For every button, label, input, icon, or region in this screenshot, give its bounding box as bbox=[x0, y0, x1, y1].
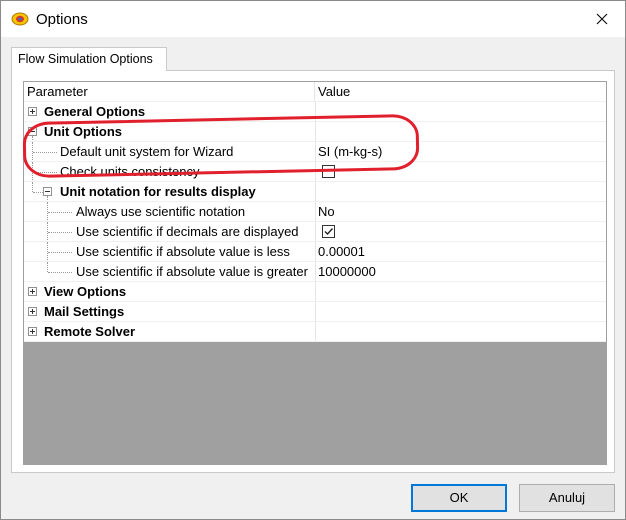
grid-header: Parameter Value bbox=[24, 82, 606, 102]
tree-row-check-units-consistency[interactable]: Check units consistency bbox=[24, 162, 606, 182]
row-label: Mail Settings bbox=[44, 304, 125, 319]
tree-row-scientific-greater[interactable]: Use scientific if absolute value is grea… bbox=[24, 262, 606, 282]
collapse-icon[interactable] bbox=[43, 187, 52, 196]
tab-page: Parameter Value General Options Unit Opt… bbox=[11, 70, 615, 473]
collapse-icon[interactable] bbox=[28, 127, 37, 136]
row-value bbox=[318, 102, 604, 121]
unit-system-value[interactable]: SI (m-kg-s) bbox=[318, 142, 604, 161]
options-dialog: Options Flow Simulation Options Paramete… bbox=[0, 0, 626, 520]
tree-row-mail-settings[interactable]: Mail Settings bbox=[24, 302, 606, 322]
ok-button[interactable]: OK bbox=[411, 484, 507, 512]
scientific-less-value[interactable]: 0.00001 bbox=[318, 242, 604, 261]
tree-line bbox=[47, 196, 48, 201]
tree-line bbox=[47, 262, 48, 272]
row-value bbox=[318, 282, 604, 301]
app-icon bbox=[11, 11, 29, 27]
tree-row-scientific-decimals[interactable]: Use scientific if decimals are displayed bbox=[24, 222, 606, 242]
row-label: Unit Options bbox=[44, 124, 122, 139]
property-grid: Parameter Value General Options Unit Opt… bbox=[23, 81, 607, 465]
tree-line bbox=[32, 182, 33, 192]
row-value bbox=[318, 302, 604, 321]
row-label: Unit notation for results display bbox=[60, 184, 256, 199]
row-value bbox=[318, 182, 604, 201]
close-button[interactable] bbox=[579, 1, 625, 37]
tree-line bbox=[33, 152, 57, 153]
expand-icon[interactable] bbox=[28, 107, 37, 116]
row-value bbox=[318, 322, 604, 341]
tree-row-always-scientific[interactable]: Always use scientific notation No bbox=[24, 202, 606, 222]
close-icon bbox=[596, 13, 608, 25]
tab-flow-simulation-options[interactable]: Flow Simulation Options bbox=[11, 47, 167, 71]
row-label: Use scientific if decimals are displayed bbox=[76, 224, 299, 239]
row-label: Check units consistency bbox=[60, 164, 200, 179]
cancel-button[interactable]: Anuluj bbox=[519, 484, 615, 512]
row-label: General Options bbox=[44, 104, 146, 119]
row-label: View Options bbox=[44, 284, 127, 299]
tree-line bbox=[48, 252, 72, 253]
expand-icon[interactable] bbox=[28, 327, 37, 336]
tree-line bbox=[48, 212, 72, 213]
row-label: Use scientific if absolute value is grea… bbox=[76, 264, 308, 279]
tree-line bbox=[32, 136, 33, 141]
checkmark-icon bbox=[324, 228, 334, 236]
row-label: Remote Solver bbox=[44, 324, 136, 339]
tree-row-view-options[interactable]: View Options bbox=[24, 282, 606, 302]
row-value bbox=[318, 122, 604, 141]
column-header-value[interactable]: Value bbox=[318, 82, 604, 101]
window-title: Options bbox=[36, 11, 88, 28]
tree-line bbox=[48, 272, 72, 273]
tree-row-default-unit-system[interactable]: Default unit system for Wizard SI (m-kg-… bbox=[24, 142, 606, 162]
expand-icon[interactable] bbox=[28, 307, 37, 316]
column-header-parameter[interactable]: Parameter bbox=[24, 82, 315, 101]
tree-line bbox=[33, 192, 43, 193]
expand-icon[interactable] bbox=[28, 287, 37, 296]
row-label: Default unit system for Wizard bbox=[60, 144, 234, 159]
scientific-decimals-checkbox[interactable] bbox=[322, 225, 335, 238]
row-label: Use scientific if absolute value is less bbox=[76, 244, 290, 259]
tree-row-general-options[interactable]: General Options bbox=[24, 102, 606, 122]
tree-line bbox=[33, 172, 57, 173]
tree-row-unit-options[interactable]: Unit Options bbox=[24, 122, 606, 142]
always-scientific-value[interactable]: No bbox=[318, 202, 604, 221]
title-bar: Options bbox=[1, 1, 625, 37]
check-units-checkbox[interactable] bbox=[322, 165, 335, 178]
tree-row-scientific-less[interactable]: Use scientific if absolute value is less… bbox=[24, 242, 606, 262]
tree-line bbox=[48, 232, 72, 233]
tree-row-unit-notation[interactable]: Unit notation for results display bbox=[24, 182, 606, 202]
scientific-greater-value[interactable]: 10000000 bbox=[318, 262, 604, 281]
tree-row-remote-solver[interactable]: Remote Solver bbox=[24, 322, 606, 342]
row-label: Always use scientific notation bbox=[76, 204, 246, 219]
